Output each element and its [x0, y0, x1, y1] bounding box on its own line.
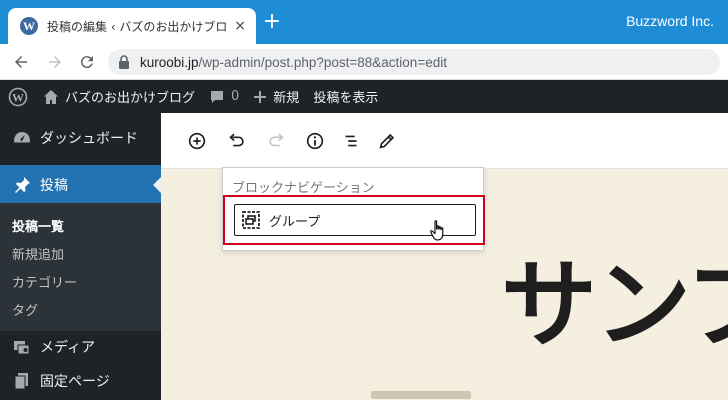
sidebar-item-dashboard[interactable]: ダッシュボード: [0, 118, 161, 158]
submenu-item-categories[interactable]: カテゴリー: [0, 267, 161, 295]
details-button[interactable]: [303, 129, 327, 153]
sidebar-label-pages: 固定ページ: [40, 374, 110, 390]
pushpin-icon: [12, 175, 32, 195]
arrow-left-icon: [15, 56, 27, 68]
plus-circle-icon: [188, 132, 206, 150]
arrow-right-icon: [49, 56, 61, 68]
site-name-link[interactable]: バズのお出かけブログ: [36, 80, 202, 113]
dashboard-gauge-icon: [12, 128, 32, 148]
site-name: バズのお出かけブログ: [65, 91, 196, 106]
list-view-icon: [345, 135, 357, 147]
pages-icon: [12, 371, 32, 391]
undo-icon: [229, 133, 244, 147]
url-text: kuroobi.jp/wp-admin/post.php?post=88&act…: [140, 55, 447, 70]
wp-admin-sidebar: ダッシュボード 投稿 投稿一覧 新規追加 カテゴリー タグ メディア 固定ページ: [0, 113, 161, 400]
info-icon: [306, 132, 324, 150]
post-heading[interactable]: サンプ: [501, 227, 728, 366]
view-post-link[interactable]: 投稿を表示: [306, 80, 385, 113]
block-nav-item-label: グループ: [269, 214, 321, 230]
back-button[interactable]: [10, 51, 32, 73]
posts-submenu: 投稿一覧 新規追加 カテゴリー タグ: [0, 203, 161, 331]
paragraph-placeholder: [371, 391, 471, 399]
editor-toolbar: [161, 113, 728, 169]
window-title: Buzzword Inc.: [626, 13, 714, 29]
group-block-icon: [241, 210, 261, 230]
new-tab-button[interactable]: +: [262, 11, 282, 33]
undo-button[interactable]: [224, 129, 248, 153]
comment-icon: [209, 89, 225, 105]
tab-title: 投稿の編集 ‹ バズのお出かけブログ — WordPress: [47, 19, 227, 34]
submenu-item-all-posts[interactable]: 投稿一覧: [0, 211, 161, 239]
sidebar-item-posts[interactable]: 投稿: [0, 165, 161, 205]
forward-button[interactable]: [44, 51, 66, 73]
reload-button[interactable]: [76, 51, 98, 73]
browser-tab-strip: W 投稿の編集 ‹ バズのお出かけブログ — WordPress × + Buz…: [0, 0, 728, 44]
url-omnibox[interactable]: kuroobi.jp/wp-admin/post.php?post=88&act…: [108, 49, 720, 75]
sidebar-label-posts: 投稿: [40, 178, 68, 194]
wordpress-favicon-icon: W: [20, 17, 38, 35]
hand-cursor-icon: [430, 220, 444, 241]
comments-count: 0: [231, 89, 240, 104]
address-bar: kuroobi.jp/wp-admin/post.php?post=88&act…: [0, 44, 728, 80]
svg-text:W: W: [12, 90, 24, 104]
tools-button[interactable]: [375, 129, 399, 153]
reload-icon: [80, 56, 93, 69]
submenu-item-tags[interactable]: タグ: [0, 295, 161, 323]
wordpress-logo-icon: W: [8, 87, 28, 106]
url-path: /wp-admin/post.php?post=88&action=edit: [198, 54, 447, 70]
media-icon: [12, 337, 32, 357]
wp-admin-bar: W バズのお出かけブログ 0 新規 投稿を表示: [0, 80, 728, 113]
url-host: kuroobi.jp: [140, 54, 199, 70]
comments-link[interactable]: 0: [202, 80, 246, 113]
redo-icon: [269, 133, 284, 147]
home-icon: [43, 89, 59, 105]
redo-button[interactable]: [265, 129, 289, 153]
lock-icon: [119, 55, 129, 69]
new-label: 新規: [273, 91, 300, 106]
new-content-link[interactable]: 新規: [246, 80, 306, 113]
sidebar-label-dashboard: ダッシュボード: [40, 131, 138, 147]
submenu-item-add-new[interactable]: 新規追加: [0, 239, 161, 267]
sidebar-item-pages[interactable]: 固定ページ: [0, 361, 161, 400]
pencil-icon: [379, 133, 395, 149]
plus-icon: [253, 90, 267, 104]
tab-close-icon[interactable]: ×: [234, 18, 246, 34]
browser-tab[interactable]: W 投稿の編集 ‹ バズのお出かけブログ — WordPress ×: [8, 8, 256, 44]
add-block-button[interactable]: [185, 129, 209, 153]
sidebar-label-media: メディア: [40, 340, 96, 356]
wp-logo-button[interactable]: W: [0, 80, 36, 113]
popover-title: ブロックナビゲーション: [232, 181, 375, 196]
block-navigation-button[interactable]: [339, 129, 363, 153]
